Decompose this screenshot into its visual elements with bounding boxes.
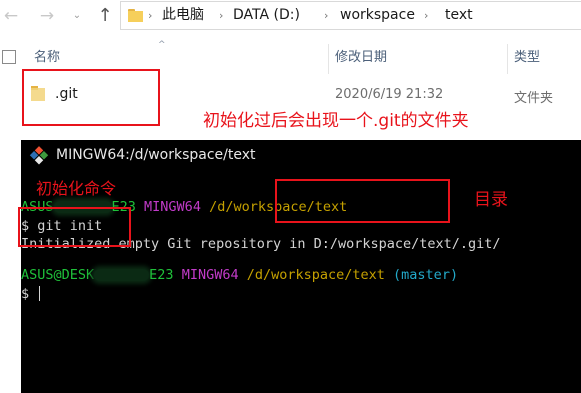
annotation-box-git-folder — [22, 69, 160, 126]
recent-locations-button[interactable]: ⌄ — [66, 4, 88, 28]
annotation-directory-note: 目录 — [474, 190, 508, 210]
breadcrumb-item-text[interactable]: text — [445, 2, 473, 29]
folder-icon — [128, 9, 143, 22]
prompt-user: ASUS@DESK — [21, 267, 95, 283]
prompt-symbol: $ — [21, 286, 30, 302]
annotation-box-init-command — [18, 207, 131, 247]
column-header-type[interactable]: 类型 — [514, 40, 540, 76]
prompt-branch: (master) — [393, 267, 459, 283]
breadcrumb-item-this-pc[interactable]: 此电脑 — [162, 2, 204, 29]
column-divider[interactable] — [328, 44, 329, 74]
prompt-env: MINGW64 — [144, 199, 201, 215]
breadcrumb-separator: › — [324, 9, 329, 22]
breadcrumb-separator: › — [219, 9, 224, 22]
prompt-path: /d/workspace/text — [246, 267, 385, 283]
text-cursor — [39, 286, 41, 301]
column-divider[interactable] — [507, 44, 508, 74]
select-all-checkbox[interactable] — [2, 50, 16, 64]
arrow-left-icon: ← — [3, 6, 19, 26]
breadcrumb-separator: › — [148, 9, 153, 22]
terminal-input-line[interactable]: $ — [21, 285, 41, 304]
breadcrumb-item-data-drive[interactable]: DATA (D:) — [233, 2, 300, 29]
address-bar: ← → ⌄ ↑ › 此电脑 › DATA (D:) › workspace › … — [0, 0, 581, 33]
file-modified-date: 2020/6/19 21:32 — [335, 87, 444, 102]
terminal-prompt-line-2: ASUS@DESK E23 MINGW64 /d/workspace/text (… — [21, 266, 458, 285]
redacted-hostname — [94, 269, 150, 281]
column-header-modified[interactable]: 修改日期 — [335, 40, 387, 76]
arrow-right-icon: → — [39, 6, 55, 26]
sort-ascending-icon: ^ — [158, 40, 166, 50]
breadcrumb-separator: › — [424, 9, 429, 22]
forward-button[interactable]: → — [36, 4, 58, 28]
prompt-env: MINGW64 — [181, 267, 239, 283]
chevron-down-icon: ⌄ — [72, 10, 82, 21]
annotation-box-directory — [275, 179, 450, 223]
annotation-init-command-note: 初始化命令 — [36, 179, 117, 198]
git-bash-icon — [29, 146, 49, 166]
terminal-titlebar[interactable]: MINGW64:/d/workspace/text — [21, 140, 581, 173]
breadcrumb[interactable]: › 此电脑 › DATA (D:) › workspace › text — [120, 1, 581, 30]
annotation-git-folder-note: 初始化过后会出现一个.git的文件夹 — [203, 111, 469, 131]
arrow-up-icon: ↑ — [97, 5, 113, 26]
file-type: 文件夹 — [514, 91, 554, 106]
terminal-title: MINGW64:/d/workspace/text — [56, 147, 256, 163]
back-button[interactable]: ← — [0, 4, 22, 28]
up-button[interactable]: ↑ — [94, 4, 116, 28]
prompt-host-suffix: E23 — [149, 267, 174, 283]
breadcrumb-item-workspace[interactable]: workspace — [340, 2, 415, 29]
